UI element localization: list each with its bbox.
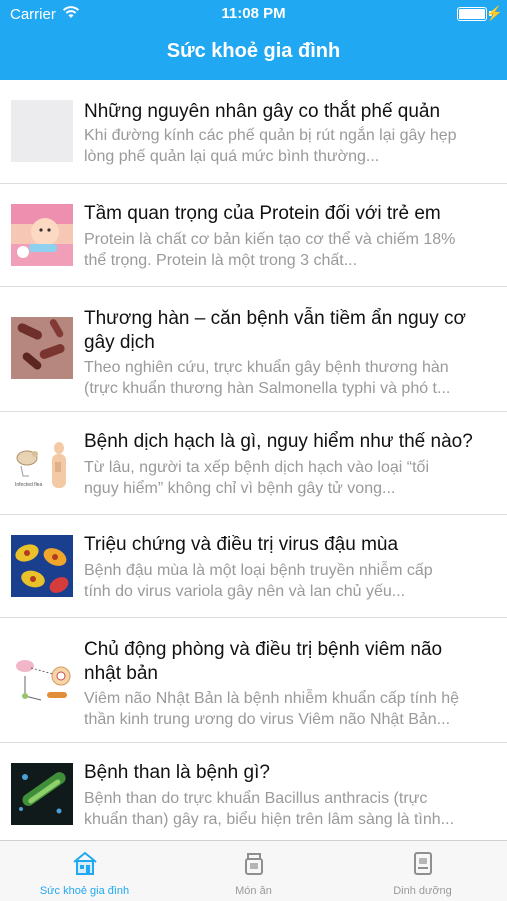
article-title: Bệnh dịch hạch là gì, nguy hiểm như thế … [84,431,473,452]
virus-thumbnail [11,535,73,597]
home-icon [72,851,97,875]
list-item[interactable]: Bệnh than là bệnh gì? Bệnh than do trực … [0,743,507,840]
list-item[interactable]: Chủ động phòng và điều trị bệnh viêm não… [0,618,507,743]
encephalitis-diagram-thumbnail [11,648,73,710]
article-desc-line: nguy hiểm” không chỉ vì bệnh gây tử vong… [84,480,396,497]
article-title: Những nguyên nhân gây co thắt phế quản [84,101,441,122]
tab-label: Món ăn [235,885,272,897]
article-desc-line: tính do virus variola gây nên và lan chủ… [84,583,406,600]
status-bar: Carrier 11:08 PM ⚡ [0,0,507,28]
list-item[interactable]: Infected flea Bệnh dịch hạch là gì, nguy… [0,412,507,515]
anthrax-thumbnail [11,763,73,825]
article-desc-line: Protein là chất cơ bản kiến tạo cơ thể v… [84,231,456,248]
article-desc-line: Viêm não Nhật Bản là bệnh nhiễm khuẩn cấ… [84,690,460,707]
article-desc-line: Khi đường kính các phế quản bị rút ngắn … [84,127,457,144]
article-desc-line: lòng phế quản lại quá mức bình thường... [84,148,380,165]
food-icon [244,853,263,875]
nutrition-icon [413,852,432,875]
bacteria-thumbnail [11,317,73,379]
child-eating-thumbnail [11,204,73,266]
article-title: Thương hàn – căn bệnh vẫn tiềm ẩn nguy c… [84,308,466,329]
article-title: Triệu chứng và điều trị virus đậu mùa [84,534,399,555]
list-item[interactable]: Tầm quan trọng của Protein đối với trẻ e… [0,184,507,287]
article-desc-line: Bệnh than do trực khuẩn Bacillus anthrac… [84,790,428,807]
article-desc-line: Bệnh đậu mùa là một loại bệnh truyền nhi… [84,562,433,579]
article-title: Bệnh than là bệnh gì? [84,762,270,783]
article-title: gây dịch [84,332,155,353]
page-title: Sức khoẻ gia đình [166,40,341,62]
tab-nutrition[interactable]: Dinh dưỡng [338,841,507,901]
tab-label: Sức khoẻ gia đình [39,885,130,897]
article-title: Chủ động phòng và điều trị bệnh viêm não [84,639,443,660]
tab-label: Dinh dưỡng [393,885,452,897]
article-desc-line: (trực khuẩn thương hàn Salmonella typhi … [84,380,451,397]
article-desc-line: Theo nghiên cứu, trực khuẩn gây bệnh thư… [84,359,449,376]
tab-bar: Sức khoẻ gia đình Món ăn Dinh dưỡng [0,840,507,901]
list-item[interactable]: Triệu chứng và điều trị virus đậu mùa Bệ… [0,515,507,618]
article-desc-line: Từ lâu, người ta xếp bệnh dịch hạch vào … [84,459,429,476]
article-thumbnail-placeholder [11,100,73,162]
status-time: 11:08 PM [221,5,286,22]
svg-text:Infected flea: Infected flea [15,482,42,488]
tab-family-health[interactable]: Sức khoẻ gia đình [0,841,169,901]
list-item[interactable]: Thương hàn – căn bệnh vẫn tiềm ẩn nguy c… [0,287,507,412]
article-title: nhật bản [84,663,158,684]
article-desc-line: thần kinh trung ương do virus Viêm não N… [84,711,451,728]
article-list[interactable]: Những nguyên nhân gây co thắt phế quản K… [0,80,507,840]
tab-food[interactable]: Món ăn [169,841,338,901]
app-header: Carrier 11:08 PM ⚡ Sức khoẻ gia đình [0,0,507,80]
plague-diagram-thumbnail: Infected flea [11,432,73,494]
article-desc-line: khuẩn than) gây ra, biểu hiện trên lâm s… [84,811,455,828]
article-title: Tầm quan trọng của Protein đối với trẻ e… [84,203,441,224]
charging-icon: ⚡ [485,5,503,21]
list-item[interactable]: Những nguyên nhân gây co thắt phế quản K… [0,80,507,184]
battery-icon [457,7,487,21]
article-desc-line: thể trọng. Protein là một trong 3 chất..… [84,252,358,269]
